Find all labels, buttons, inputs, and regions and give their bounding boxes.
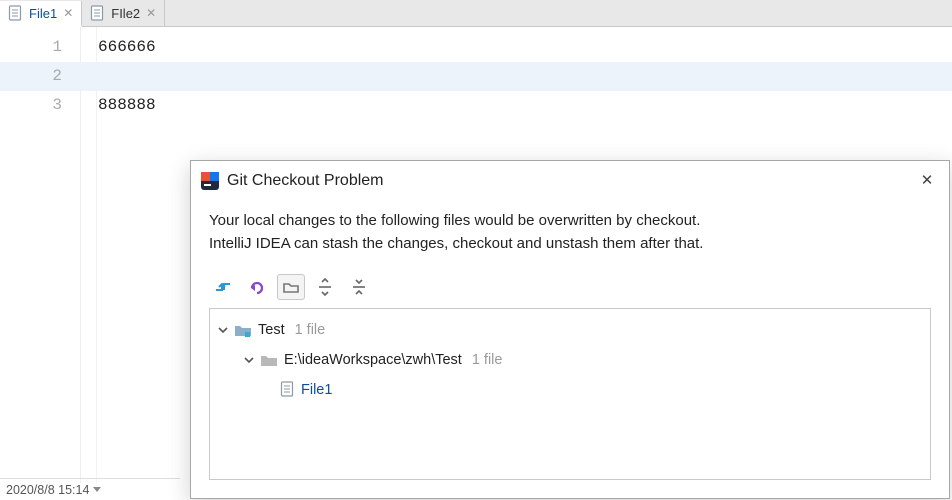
tree-file-label: File1 <box>301 382 332 398</box>
code-line: 666666 <box>98 33 952 62</box>
tab-label: FIle2 <box>111 6 140 21</box>
dialog-message-line: IntelliJ IDEA can stash the changes, che… <box>209 232 931 255</box>
undo-icon[interactable] <box>243 274 271 300</box>
line-number: 1 <box>0 33 62 62</box>
folder-icon <box>260 352 278 368</box>
chevron-down-icon[interactable] <box>244 355 254 365</box>
editor-tabs: File1 ✕ FIle2 ✕ <box>0 0 952 27</box>
close-icon[interactable]: ✕ <box>146 7 156 19</box>
group-by-directory-icon[interactable] <box>277 274 305 300</box>
expand-all-icon[interactable] <box>311 274 339 300</box>
dialog-title: Git Checkout Problem <box>227 172 907 190</box>
dialog-titlebar: Git Checkout Problem ✕ <box>191 161 949 199</box>
file-icon <box>90 5 105 22</box>
line-number: 3 <box>0 91 62 120</box>
tree-node-label: E:\ideaWorkspace\zwh\Test <box>284 352 462 368</box>
tree-root[interactable]: Test 1 file <box>218 315 922 345</box>
git-checkout-problem-dialog: Git Checkout Problem ✕ Your local change… <box>190 160 950 499</box>
tab-file2[interactable]: FIle2 ✕ <box>82 0 165 26</box>
tab-file1[interactable]: File1 ✕ <box>0 1 82 27</box>
intellij-logo-icon <box>201 172 219 190</box>
project-folder-icon <box>234 322 252 338</box>
status-bar: 2020/8/8 15:14 <box>0 478 180 500</box>
file-icon <box>280 381 295 398</box>
merge-arrows-icon[interactable] <box>209 274 237 300</box>
tree-folder[interactable]: E:\ideaWorkspace\zwh\Test 1 file <box>218 345 922 375</box>
code-line: 888888 <box>98 91 952 120</box>
tab-label: File1 <box>29 6 57 21</box>
close-icon[interactable]: ✕ <box>63 7 73 19</box>
close-icon[interactable]: ✕ <box>915 169 939 193</box>
dialog-toolbar <box>191 270 949 308</box>
tree-node-label: Test <box>258 322 285 338</box>
code-line <box>80 62 952 91</box>
chevron-down-icon[interactable] <box>93 487 101 492</box>
chevron-down-icon[interactable] <box>218 325 228 335</box>
dialog-message-line: Your local changes to the following file… <box>209 209 931 232</box>
dialog-message: Your local changes to the following file… <box>191 199 949 270</box>
line-number: 2 <box>0 62 80 91</box>
tree-node-meta: 1 file <box>472 352 503 368</box>
collapse-all-icon[interactable] <box>345 274 373 300</box>
file-icon <box>8 5 23 22</box>
tree-file[interactable]: File1 <box>218 375 922 405</box>
line-gutter: 1 2 3 <box>0 27 80 483</box>
tree-node-meta: 1 file <box>295 322 326 338</box>
changed-files-tree[interactable]: Test 1 file E:\ideaWorkspace\zwh\Test 1 … <box>209 308 931 481</box>
status-datetime: 2020/8/8 15:14 <box>6 483 89 497</box>
